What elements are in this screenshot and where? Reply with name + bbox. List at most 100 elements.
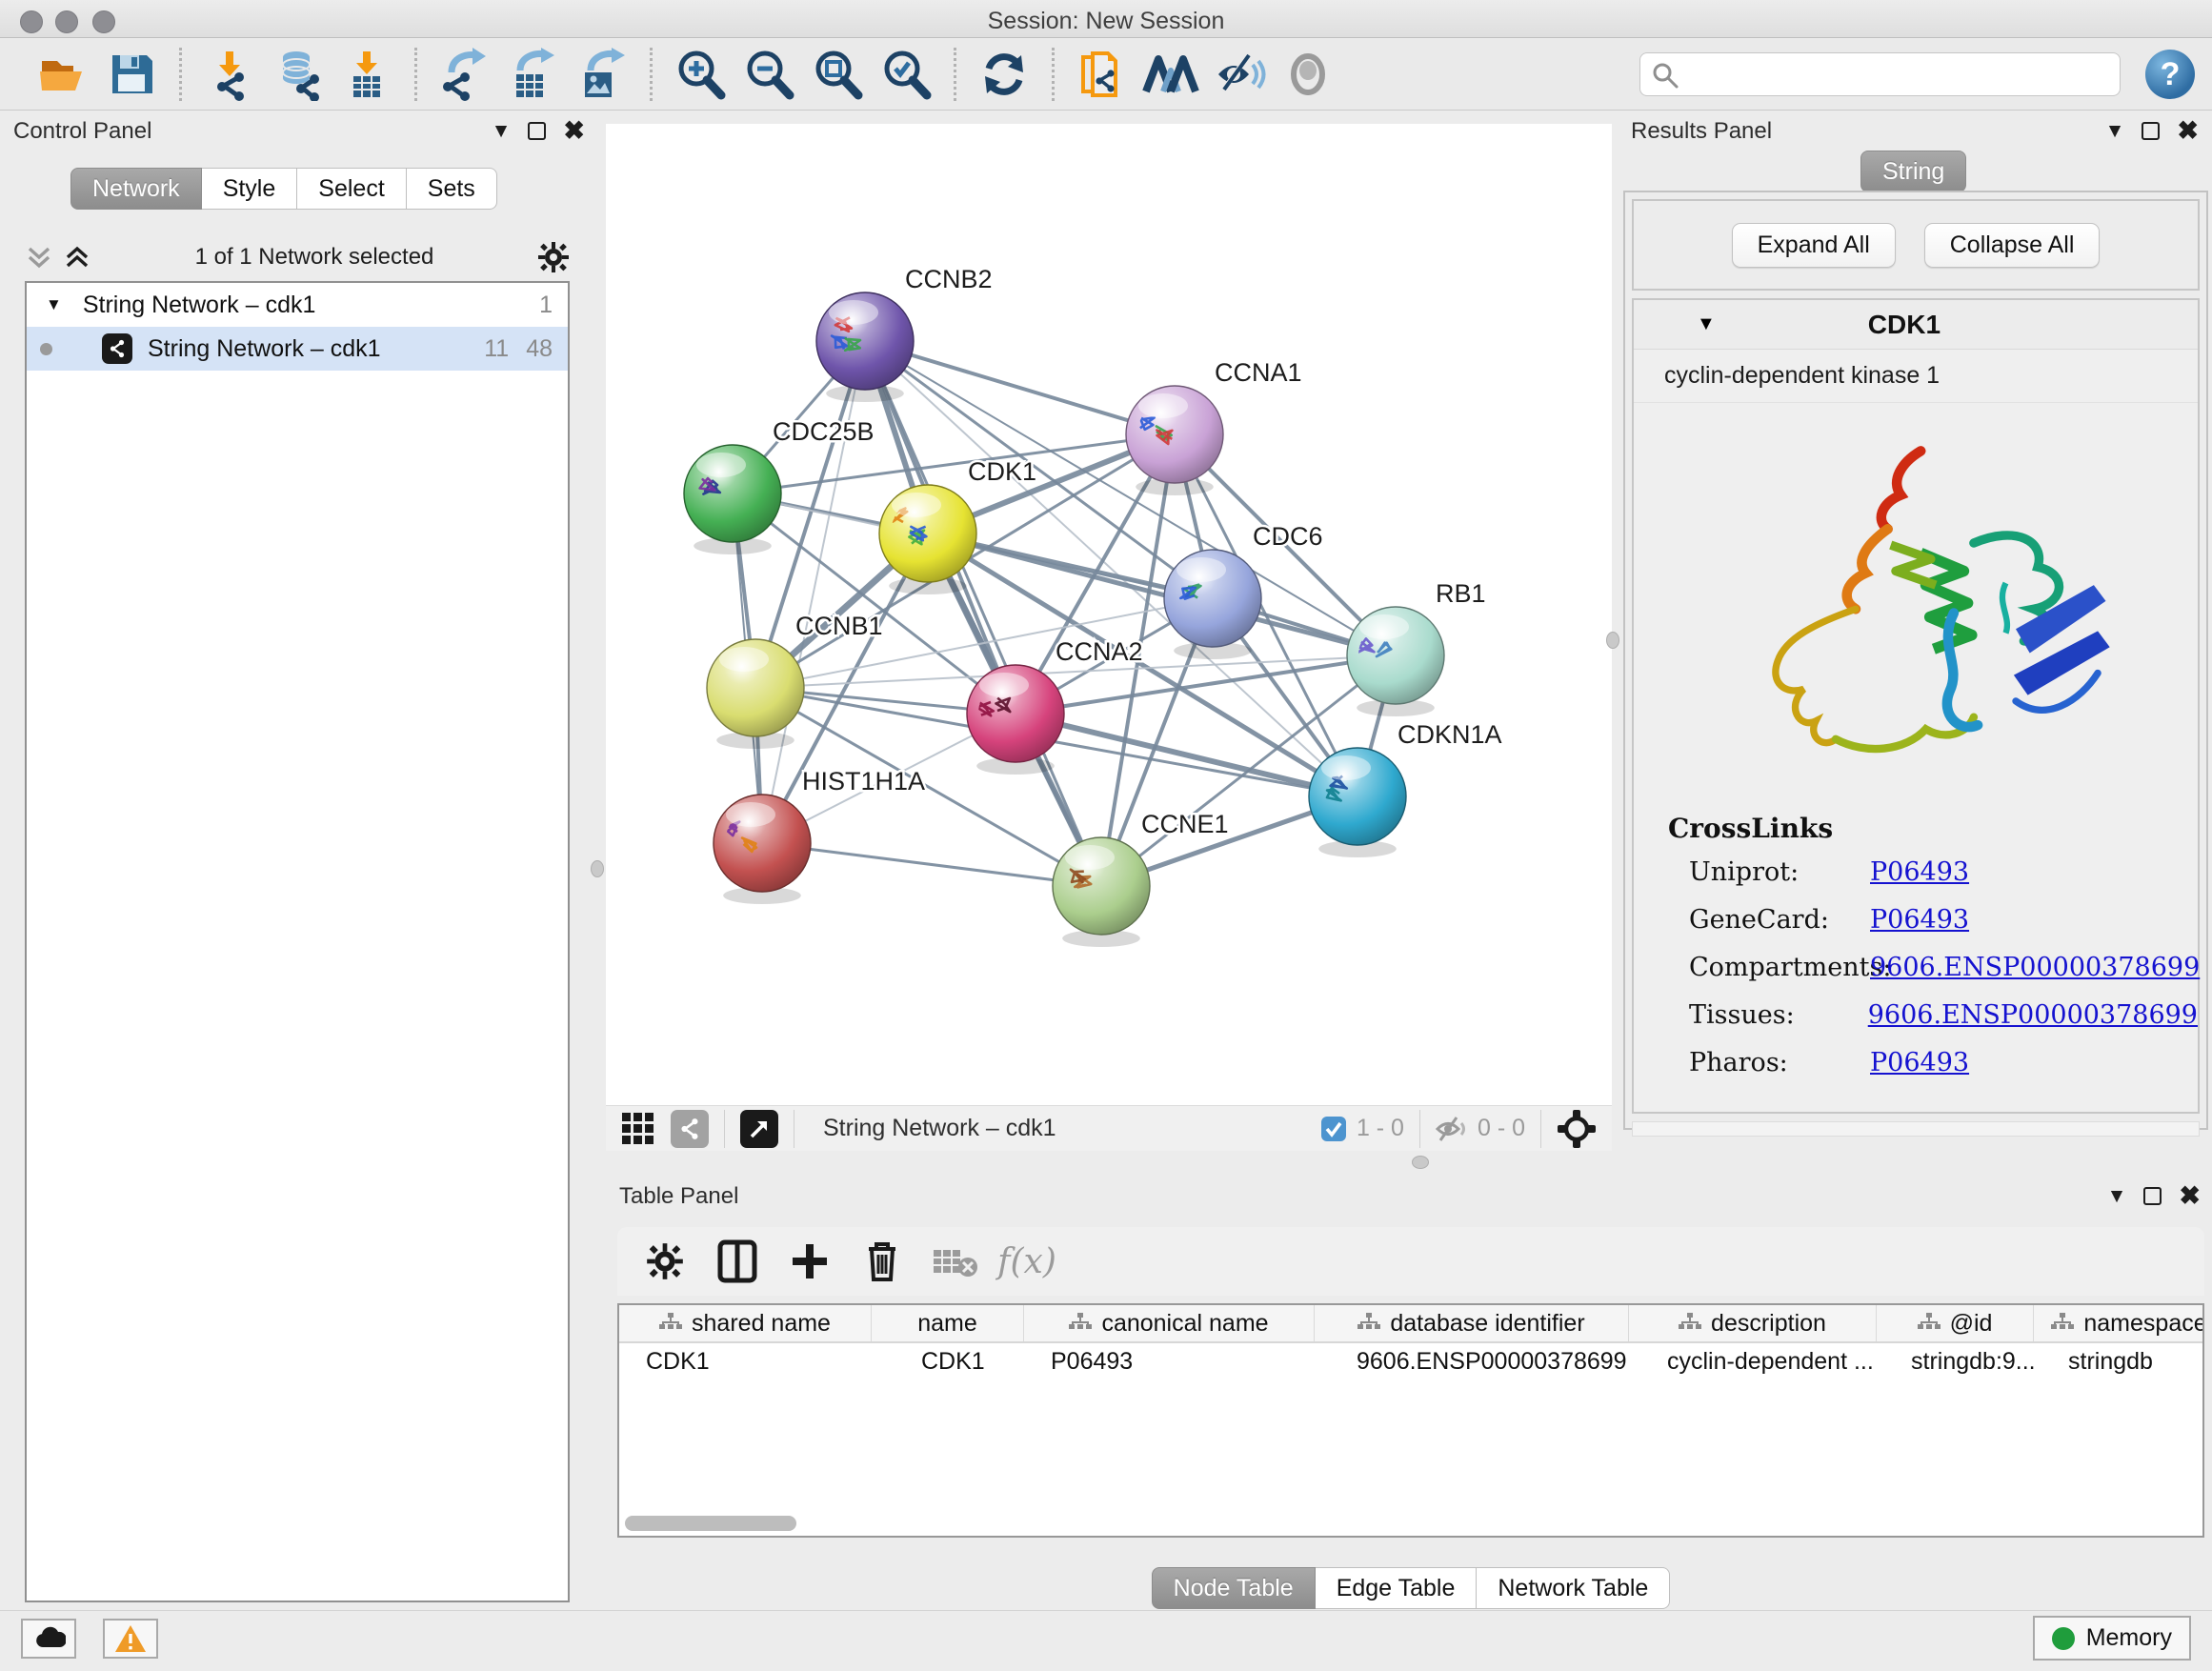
show-all-icon[interactable] [1279,46,1337,103]
export-network-icon[interactable] [436,46,493,103]
panel-float-icon[interactable] [528,122,546,140]
column-header-canonical-name[interactable]: canonical name [1024,1305,1315,1341]
tab-sets[interactable]: Sets [407,168,497,210]
update-network-icon[interactable] [975,46,1033,103]
import-table-from-file-icon[interactable] [338,46,395,103]
network-node-CDKN1A[interactable]: CDKN1A [1309,720,1502,857]
tab-node-table[interactable]: Node Table [1152,1567,1316,1609]
panel-menu-icon[interactable]: ▼ [2105,120,2125,143]
network-label: String Network – cdk1 [148,335,381,363]
table-options-gear-icon[interactable] [638,1235,692,1288]
panel-float-icon[interactable] [2143,1187,2162,1205]
network-node-label: CCNA2 [1056,637,1143,666]
column-header-namespace[interactable]: namespace [2034,1305,2204,1341]
string-view-icon[interactable] [671,1110,709,1148]
panel-menu-icon[interactable]: ▼ [2107,1185,2127,1208]
network-edge-CCNB2-CCNE1[interactable] [865,341,1101,886]
tab-network[interactable]: Network [70,168,202,210]
crosslink-pharos-link[interactable]: P06493 [1870,1048,1969,1077]
column-header-description[interactable]: description [1629,1305,1877,1341]
network-node-label: CDC6 [1253,522,1323,551]
panel-close-icon[interactable]: ✖ [563,116,585,146]
results-scroll-track[interactable] [1632,1121,2200,1137]
network-node-CCNE1[interactable]: CCNE1 [1053,810,1229,947]
network-edge-HIST1H1A-CCNE1[interactable] [762,843,1101,886]
table-horizontal-scrollbar[interactable] [625,1516,796,1531]
delete-column-icon[interactable] [855,1235,909,1288]
hide-selected-icon[interactable] [1211,46,1268,103]
panel-float-icon[interactable] [2142,122,2160,140]
grid-view-icon[interactable] [619,1110,657,1148]
crosslink-uniprot-link[interactable]: P06493 [1870,857,1969,887]
network-node-CCNB2[interactable]: CCNB2 [816,265,993,402]
toolbar-separator [179,48,182,101]
fit-content-icon[interactable] [809,46,866,103]
network-canvas[interactable]: CCNB2CCNA1CDC25BCDK1CDC6RB1CCNB1CCNA2CDK… [606,124,1612,1105]
import-network-from-file-icon[interactable] [201,46,258,103]
column-header-id[interactable]: @id [1877,1305,2034,1341]
search-input[interactable] [1639,52,2121,96]
memory-status-button[interactable]: Memory [2033,1616,2191,1661]
table-row[interactable]: CDK1 CDK1 P06493 9606.ENSP00000378699 cy… [619,1343,2202,1379]
panel-menu-icon[interactable]: ▼ [492,120,512,143]
pan-crosshair-icon[interactable] [1557,1109,1597,1149]
network-edge-CDK1-RB1[interactable] [928,534,1396,655]
network-node-CDC25B[interactable]: CDC25B [684,417,875,554]
network-collection-row[interactable]: ▼ String Network – cdk1 1 [27,283,568,327]
open-session-icon[interactable] [34,46,91,103]
collapse-all-networks-icon[interactable] [25,243,53,272]
crosslink-compartments-link[interactable]: 9606.ENSP00000378699 [1870,953,2200,982]
tab-edge-table[interactable]: Edge Table [1316,1567,1478,1609]
network-node-HIST1H1A[interactable]: HIST1H1A [714,767,925,904]
network-node-CCNB1[interactable]: CCNB1 [707,612,883,749]
zoom-selected-icon[interactable] [877,46,935,103]
import-network-from-database-icon[interactable] [270,46,327,103]
selected-checkbox-icon[interactable] [1320,1116,1347,1142]
panel-close-icon[interactable]: ✖ [2179,1181,2201,1211]
table-toolbar: f(x) [617,1227,2204,1296]
left-splitter-handle[interactable] [591,860,604,877]
node-details-header[interactable]: ▼ CDK1 [1634,300,2198,350]
warning-status-button[interactable] [103,1619,158,1659]
network-node-RB1[interactable]: RB1 [1347,579,1486,716]
tab-select[interactable]: Select [297,168,406,210]
right-splitter-handle[interactable] [1606,632,1619,649]
bottom-splitter-handle[interactable] [1412,1156,1429,1169]
expand-all-button[interactable]: Expand All [1732,223,1896,268]
zoom-in-icon[interactable] [672,46,729,103]
network-list-subheader: 1 of 1 Network selected [25,236,570,278]
tab-network-table[interactable]: Network Table [1477,1567,1670,1609]
column-header-database-identifier[interactable]: database identifier [1315,1305,1629,1341]
save-session-icon[interactable] [103,46,160,103]
crosslink-tissues-link[interactable]: 9606.ENSP00000378699 [1868,1000,2198,1030]
collapse-all-button[interactable]: Collapse All [1924,223,2101,268]
expand-all-networks-icon[interactable] [63,243,91,272]
column-type-icon [1357,1313,1380,1334]
crosslink-label: GeneCard: [1689,905,1870,935]
cloud-status-button[interactable] [21,1619,76,1659]
crosslink-genecard-link[interactable]: P06493 [1870,905,1969,935]
help-icon[interactable]: ? [2145,50,2195,99]
export-table-icon[interactable] [505,46,562,103]
first-neighbors-icon[interactable] [1142,46,1199,103]
cell-canonical-name: P06493 [1024,1348,1315,1376]
export-image-icon[interactable] [573,46,631,103]
column-header-name[interactable]: name [872,1305,1024,1341]
network-options-gear-icon[interactable] [537,241,570,273]
network-list: ▼ String Network – cdk1 1 String Network… [25,281,570,1602]
column-header-shared-name[interactable]: shared name [619,1305,872,1341]
clone-network-icon[interactable] [1074,46,1131,103]
panel-close-icon[interactable]: ✖ [2177,116,2199,146]
create-column-icon[interactable] [783,1235,836,1288]
main-toolbar: ? [0,39,2212,111]
tree-expand-icon[interactable]: ▼ [46,295,62,314]
birdseye-view-icon[interactable] [740,1110,778,1148]
table-header-row: shared name name canonical name database… [619,1305,2202,1343]
network-row[interactable]: String Network – cdk1 11 48 [27,327,568,371]
tab-string[interactable]: String [1860,151,1966,192]
collapse-entry-icon[interactable]: ▼ [1697,313,1716,335]
show-columns-icon[interactable] [711,1235,764,1288]
tab-style[interactable]: Style [202,168,298,210]
toolbar-separator [954,48,956,101]
zoom-out-icon[interactable] [740,46,797,103]
